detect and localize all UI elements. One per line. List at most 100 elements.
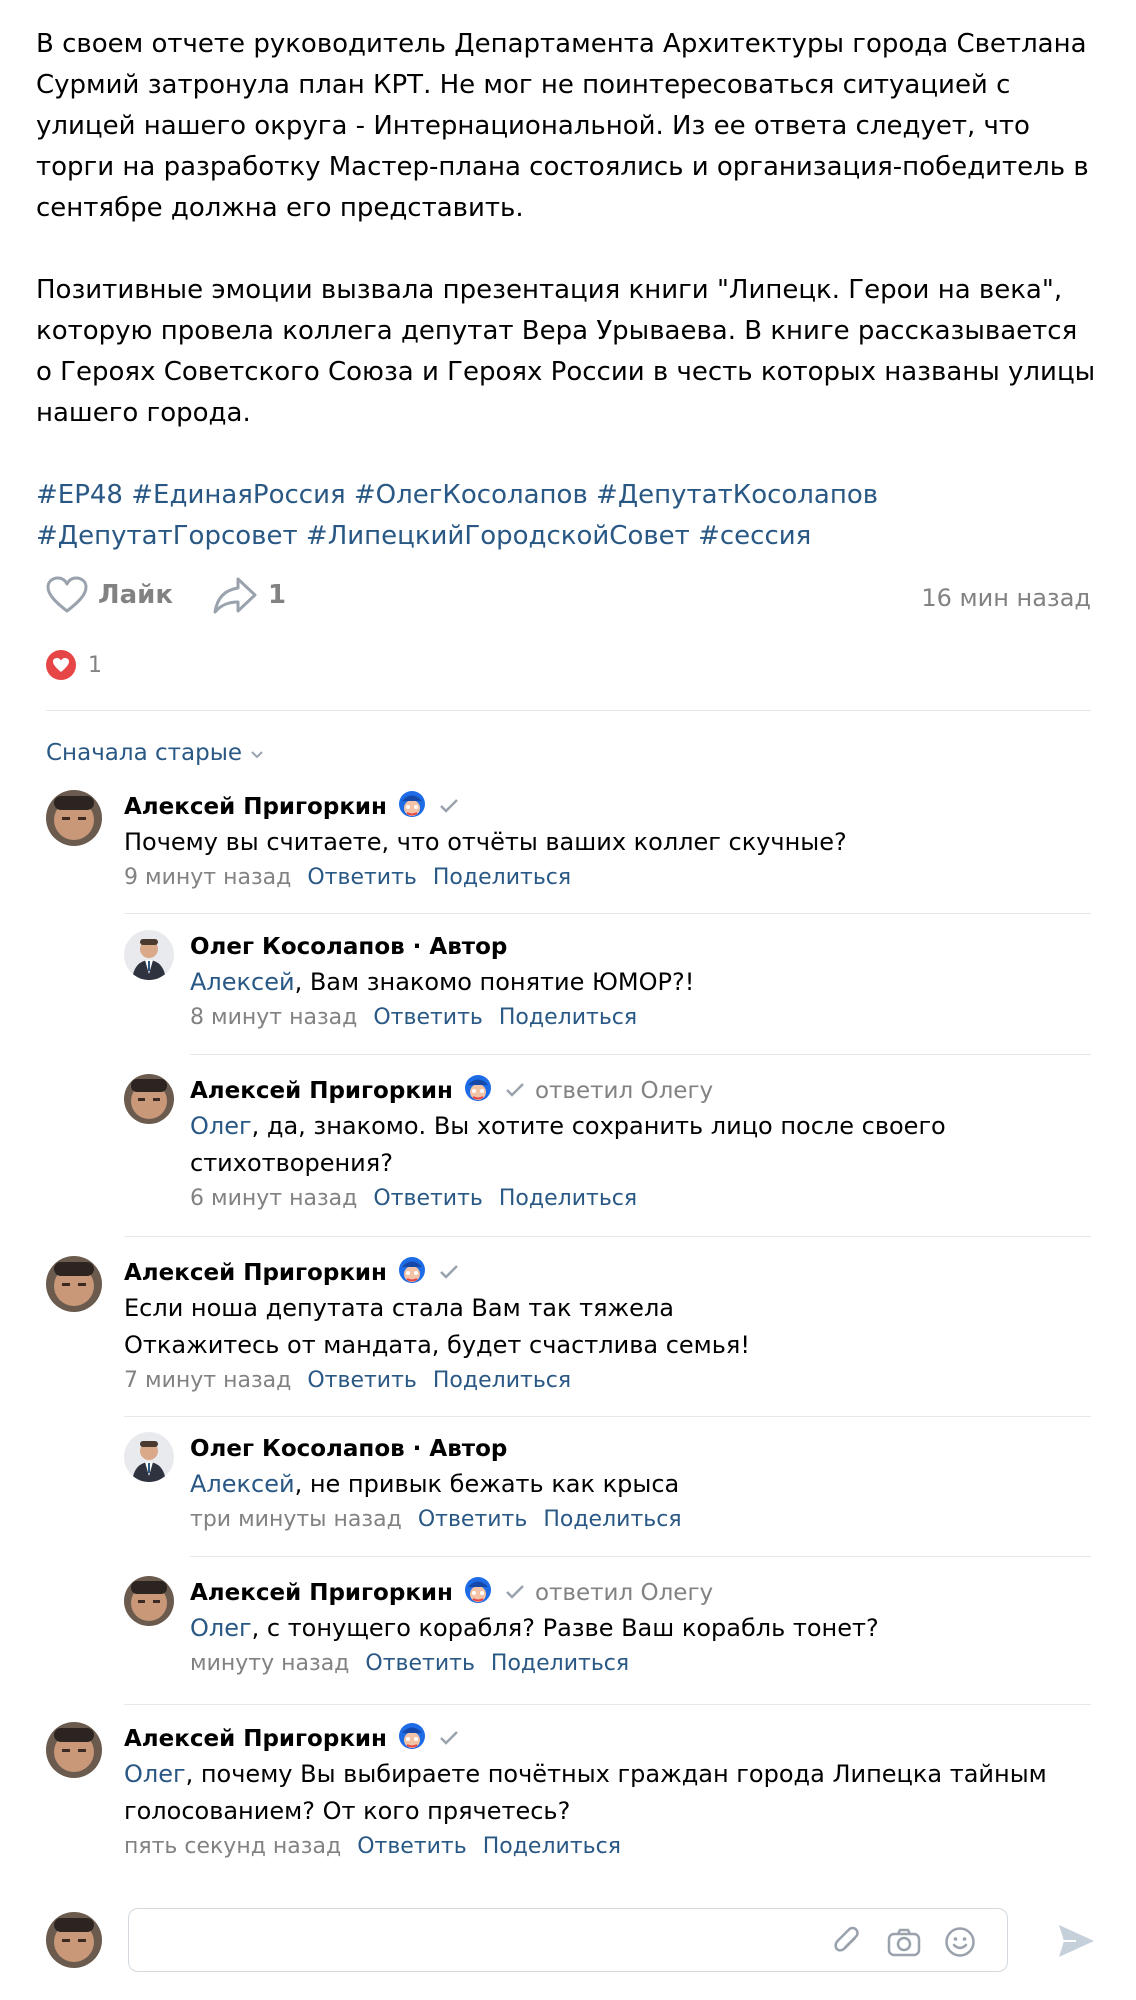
hashtag-link[interactable]: #ДепутатКосолапов: [596, 480, 878, 510]
comment-author[interactable]: Алексей Пригоркин ответил Олегу: [190, 1074, 1091, 1108]
gosuslugi-badge-icon: [463, 1575, 493, 1611]
reply-button[interactable]: Ответить: [418, 1507, 528, 1532]
comment-meta: 8 минут назад Ответить Поделиться: [190, 1005, 1091, 1030]
share-button[interactable]: 1: [212, 576, 286, 614]
hashtag-link[interactable]: #ЛипецкийГородскойСовет: [306, 521, 690, 551]
author-name[interactable]: Алексей Пригоркин: [190, 1580, 453, 1606]
comment-time[interactable]: 8 минут назад: [190, 1005, 357, 1030]
paperclip-icon[interactable]: [831, 1925, 865, 1959]
send-icon[interactable]: [1056, 1922, 1096, 1964]
gosuslugi-badge-icon: [397, 789, 427, 825]
gosuslugi-badge-icon: [397, 1721, 427, 1757]
hashtag-link[interactable]: #ДепутатГорсовет: [36, 521, 298, 551]
share-comment-button[interactable]: Поделиться: [543, 1507, 681, 1532]
checkmark-icon: [439, 1260, 459, 1286]
avatar[interactable]: [124, 930, 174, 980]
author-name[interactable]: Алексей Пригоркин: [124, 794, 387, 820]
comment-divider: [124, 1416, 1091, 1417]
mention-link[interactable]: Олег: [190, 1112, 252, 1140]
comment-time[interactable]: 6 минут назад: [190, 1186, 357, 1211]
sort-label: Сначала старые: [46, 740, 243, 766]
avatar[interactable]: [46, 790, 102, 846]
sort-dropdown[interactable]: Сначала старые: [46, 740, 264, 766]
share-comment-button[interactable]: Поделиться: [499, 1186, 637, 1211]
gosuslugi-badge-icon: [397, 1255, 427, 1291]
comment-time[interactable]: три минуты назад: [190, 1507, 402, 1532]
comment-divider: [124, 1236, 1091, 1237]
avatar[interactable]: [124, 1074, 174, 1124]
post-paragraph: Позитивные эмоции вызвала презентация кн…: [36, 275, 1096, 428]
hashtag-link[interactable]: #ОлегКосолапов: [354, 480, 588, 510]
comment-meta: минуту назад Ответить Поделиться: [190, 1651, 1091, 1676]
post-text: В своем отчете руководитель Департамента…: [36, 24, 1100, 557]
comment-author[interactable]: Олег Косолапов · Автор: [190, 1432, 1091, 1466]
checkmark-icon: [505, 1580, 525, 1606]
comment-input[interactable]: [128, 1908, 1008, 1972]
comment-time[interactable]: 9 минут назад: [124, 865, 291, 890]
avatar[interactable]: [46, 1256, 102, 1312]
comment-text-body: Если ноша депутата стала Вам так тяжела …: [124, 1294, 750, 1359]
hashtag-link[interactable]: #сессия: [698, 521, 811, 551]
avatar[interactable]: [46, 1912, 102, 1968]
mention-link[interactable]: Олег: [190, 1614, 252, 1642]
comment-text: Алексей, не привык бежать как крыса: [190, 1466, 1091, 1503]
reactions[interactable]: 1: [46, 650, 102, 680]
chevron-down-icon: [242, 740, 264, 766]
comment-time[interactable]: пять секунд назад: [124, 1834, 341, 1859]
replied-to[interactable]: ответил Олегу: [535, 1078, 713, 1104]
comment-time[interactable]: 7 минут назад: [124, 1368, 291, 1393]
like-button[interactable]: Лайк: [46, 576, 173, 614]
comment-divider: [124, 1704, 1091, 1705]
heart-filled-icon: [46, 650, 76, 680]
share-comment-button[interactable]: Поделиться: [433, 865, 571, 890]
comment-meta: пять секунд назад Ответить Поделиться: [124, 1834, 1091, 1859]
comment-author[interactable]: Олег Косолапов · Автор: [190, 930, 1091, 964]
camera-icon[interactable]: [887, 1925, 921, 1959]
comment-author[interactable]: Алексей Пригоркин: [124, 790, 1091, 824]
comment-meta: 9 минут назад Ответить Поделиться: [124, 865, 1091, 890]
author-name[interactable]: Олег Косолапов · Автор: [190, 934, 507, 960]
comment-time[interactable]: минуту назад: [190, 1651, 349, 1676]
hashtag-link[interactable]: #ЕдинаяРоссия: [131, 480, 345, 510]
reply-button[interactable]: Ответить: [307, 1368, 417, 1393]
like-label: Лайк: [98, 580, 174, 610]
reply-button[interactable]: Ответить: [373, 1005, 483, 1030]
author-name[interactable]: Алексей Пригоркин: [124, 1726, 387, 1752]
author-name[interactable]: Алексей Пригоркин: [124, 1260, 387, 1286]
replied-to[interactable]: ответил Олегу: [535, 1580, 713, 1606]
avatar[interactable]: [124, 1432, 174, 1482]
comment-meta: три минуты назад Ответить Поделиться: [190, 1507, 1091, 1532]
author-name[interactable]: Олег Косолапов · Автор: [190, 1436, 507, 1462]
comment-author[interactable]: Алексей Пригоркин: [124, 1256, 1091, 1290]
reply-button[interactable]: Ответить: [373, 1186, 483, 1211]
reply-button[interactable]: Ответить: [307, 865, 417, 890]
comment-author[interactable]: Алексей Пригоркин: [124, 1722, 1091, 1756]
share-comment-button[interactable]: Поделиться: [499, 1005, 637, 1030]
hashtag-link[interactable]: #ЕР48: [36, 480, 123, 510]
comment-author[interactable]: Алексей Пригоркин ответил Олегу: [190, 1576, 1091, 1610]
post-actions: Лайк 1 16 мин назад: [46, 576, 1091, 624]
divider: [46, 710, 1091, 711]
post-time: 16 мин назад: [921, 584, 1091, 612]
gosuslugi-badge-icon: [463, 1073, 493, 1109]
share-comment-button[interactable]: Поделиться: [433, 1368, 571, 1393]
hashtags: #ЕР48 #ЕдинаяРоссия #ОлегКосолапов #Депу…: [36, 475, 1100, 557]
mention-link[interactable]: Олег: [124, 1760, 186, 1788]
reply-button[interactable]: Ответить: [365, 1651, 475, 1676]
reply-button[interactable]: Ответить: [357, 1834, 467, 1859]
smile-icon[interactable]: [943, 1925, 977, 1959]
share-comment-button[interactable]: Поделиться: [491, 1651, 629, 1676]
checkmark-icon: [439, 794, 459, 820]
avatar[interactable]: [46, 1722, 102, 1778]
avatar[interactable]: [124, 1576, 174, 1626]
author-name[interactable]: Алексей Пригоркин: [190, 1078, 453, 1104]
share-arrow-icon: [212, 576, 258, 614]
heart-outline-icon: [46, 576, 88, 614]
mention-link[interactable]: Алексей: [190, 1470, 295, 1498]
share-count: 1: [268, 580, 287, 610]
share-comment-button[interactable]: Поделиться: [483, 1834, 621, 1859]
comment-text-body: , с тонущего корабля? Разве Ваш корабль …: [251, 1614, 879, 1642]
mention-link[interactable]: Алексей: [190, 968, 295, 996]
comment-text: Олег, да, знакомо. Вы хотите сохранить л…: [190, 1108, 1010, 1182]
comment-text-body: , да, знакомо. Вы хотите сохранить лицо …: [190, 1112, 946, 1177]
